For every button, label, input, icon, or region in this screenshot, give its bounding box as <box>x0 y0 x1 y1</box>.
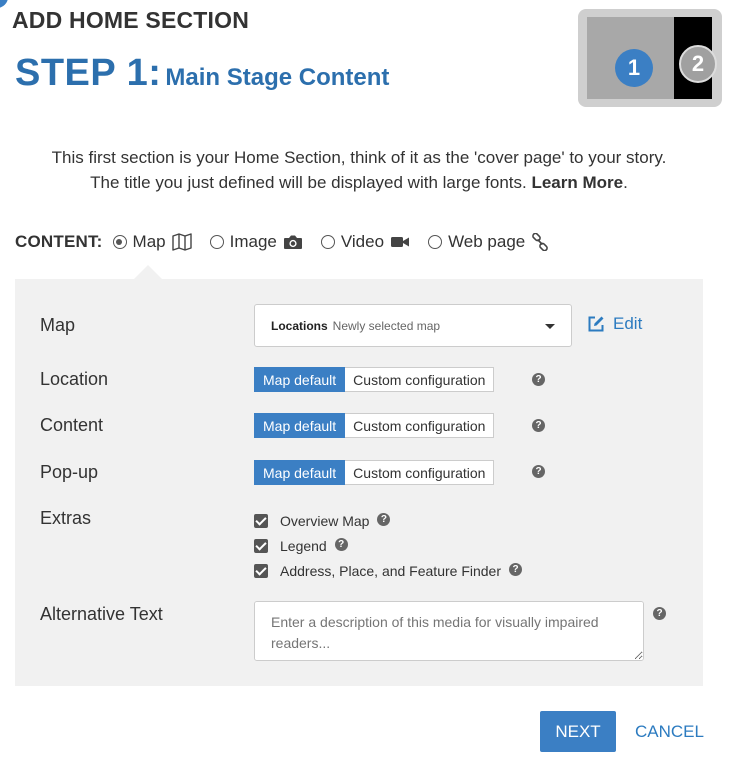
content-help-icon[interactable]: ? <box>532 419 545 432</box>
intro-trailing: . <box>623 173 628 192</box>
content-setting-label: Content <box>40 415 104 435</box>
legend-option[interactable]: Legend ? <box>254 537 348 554</box>
selected-map-name: Locations <box>271 318 328 333</box>
legend-label: Legend <box>280 538 327 554</box>
content-label: CONTENT: <box>15 232 103 251</box>
map-icon <box>171 233 192 251</box>
step-number: STEP 1: <box>15 52 162 94</box>
overview-map-help-icon[interactable]: ? <box>377 512 391 526</box>
next-button[interactable]: NEXT <box>540 711 616 752</box>
content-custom-config-button[interactable]: Custom configuration <box>345 413 495 438</box>
dialog-title: ADD HOME SECTION <box>12 7 250 33</box>
popup-custom-config-button[interactable]: Custom configuration <box>345 460 495 485</box>
alt-text-input[interactable] <box>254 601 644 661</box>
video-camera-icon <box>390 235 410 249</box>
camera-icon <box>283 234 303 250</box>
chevron-down-icon <box>545 324 555 329</box>
option-label-webpage: Web page <box>448 232 526 251</box>
option-label-map: Map <box>132 232 166 251</box>
intro-line-1: This first section is your Home Section,… <box>51 148 667 167</box>
finder-label: Address, Place, and Feature Finder <box>280 563 502 579</box>
step-subtitle: Main Stage Content <box>165 64 390 91</box>
alt-text-help-icon[interactable]: ? <box>653 607 666 620</box>
option-label-image: Image <box>229 232 277 251</box>
location-map-default-button[interactable]: Map default <box>254 367 346 392</box>
extras-label: Extras <box>40 508 92 528</box>
legend-checkbox[interactable] <box>254 539 268 553</box>
intro-text: This first section is your Home Section,… <box>0 145 718 195</box>
thumbnail-preview: 1 2 <box>587 17 717 99</box>
map-select[interactable]: Locations Newly selected map <box>254 304 572 347</box>
content-option-webpage[interactable]: Web page <box>428 232 549 252</box>
location-toggle: Map default Custom configuration <box>254 367 495 392</box>
corner-dot <box>0 0 8 8</box>
popup-map-default-button[interactable]: Map default <box>254 460 346 485</box>
content-type-selector: CONTENT: Map Image Video Web page <box>15 232 567 252</box>
legend-help-icon[interactable]: ? <box>334 537 348 551</box>
content-map-default-button[interactable]: Map default <box>254 413 346 438</box>
radio-video[interactable] <box>320 235 335 249</box>
location-custom-config-button[interactable]: Custom configuration <box>345 367 495 392</box>
edit-icon <box>588 316 604 332</box>
finder-help-icon[interactable]: ? <box>509 562 523 576</box>
location-label: Location <box>40 369 109 389</box>
step-2-indicator: 2 <box>679 45 717 83</box>
content-option-map[interactable]: Map <box>112 232 192 252</box>
content-option-video[interactable]: Video <box>320 232 410 252</box>
content-toggle: Map default Custom configuration <box>254 413 495 438</box>
finder-option[interactable]: Address, Place, and Feature Finder ? <box>254 562 523 579</box>
alt-text-label: Alternative Text <box>40 604 163 624</box>
overview-map-label: Overview Map <box>280 513 370 529</box>
step-progress-thumbnail: 1 2 <box>578 9 722 107</box>
radio-map[interactable] <box>112 235 127 249</box>
popup-toggle: Map default Custom configuration <box>254 460 495 485</box>
intro-line-2: The title you just defined will be displ… <box>0 170 718 195</box>
edit-map-button[interactable]: Edit <box>587 314 642 334</box>
option-label-video: Video <box>340 232 385 251</box>
popup-label: Pop-up <box>40 462 99 482</box>
selected-map-subtitle: Newly selected map <box>332 318 441 333</box>
map-label: Map <box>40 315 76 335</box>
link-icon <box>531 233 549 251</box>
overview-map-checkbox[interactable] <box>254 514 268 528</box>
step-1-indicator: 1 <box>615 49 653 87</box>
popup-help-icon[interactable]: ? <box>532 465 545 478</box>
learn-more-link[interactable]: Learn More <box>531 173 623 192</box>
content-option-image[interactable]: Image <box>209 232 303 252</box>
cancel-button[interactable]: CANCEL <box>635 722 704 742</box>
panel-pointer <box>134 265 162 279</box>
location-help-icon[interactable]: ? <box>532 373 545 386</box>
radio-image[interactable] <box>209 235 224 249</box>
intro-line-2-text: The title you just defined will be displ… <box>90 173 527 192</box>
overview-map-option[interactable]: Overview Map ? <box>254 512 391 529</box>
edit-label: Edit <box>613 314 643 333</box>
radio-webpage[interactable] <box>428 235 443 249</box>
step-heading: STEP 1: Main Stage Content <box>15 52 389 95</box>
finder-checkbox[interactable] <box>254 564 268 578</box>
